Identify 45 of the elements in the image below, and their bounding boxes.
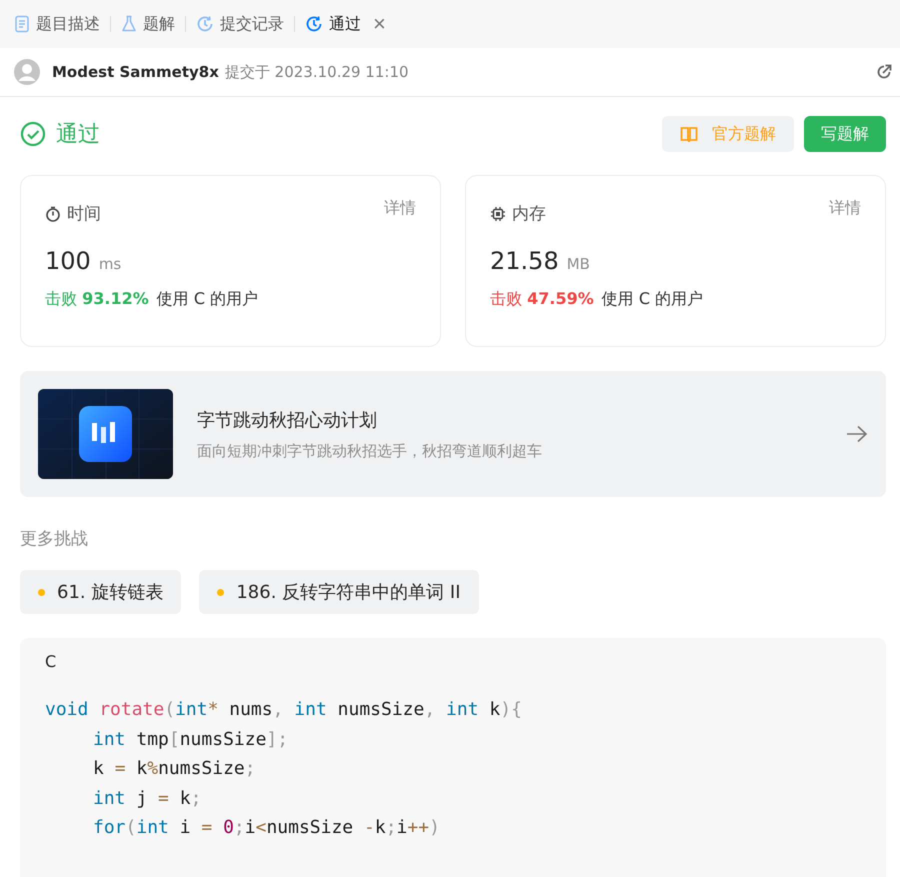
tab[interactable]: 提交记录	[196, 14, 284, 34]
metric-title: 内存	[512, 203, 546, 225]
details-link[interactable]: 详情	[829, 198, 861, 219]
beat-percentage: 击败 47.59%	[490, 289, 594, 310]
beat-percentage: 击败 93.12%	[45, 289, 149, 310]
check-circle-icon	[20, 121, 46, 147]
code-language: C	[45, 652, 58, 671]
clock-icon	[305, 15, 323, 33]
tab[interactable]: 题解	[121, 14, 175, 34]
code-line: int tmp[numsSize];	[92, 728, 290, 752]
metric-value: 21.58	[490, 247, 559, 275]
tab[interactable]: 题目描述	[14, 14, 100, 34]
status-label: 通过	[56, 121, 100, 149]
tab[interactable]: 通过	[305, 14, 361, 34]
clock-icon	[196, 15, 214, 33]
promo-banner[interactable]: 字节跳动秋招心动计划 面向短期冲刺字节跳动秋招选手，秋招弯道顺利超车	[20, 371, 886, 497]
details-link[interactable]: 详情	[384, 198, 416, 219]
metric-unit: ms	[98, 255, 122, 273]
flask-icon	[121, 15, 137, 33]
code-line: k = k%numsSize;	[92, 757, 257, 781]
user-name[interactable]: Modest Sammety8x	[52, 63, 219, 81]
stopwatch-icon	[45, 206, 61, 222]
beat-description: 使用 C 的用户	[156, 289, 258, 310]
problem-title: 61. 旋转链表	[57, 581, 164, 604]
problem-chip[interactable]: 61. 旋转链表	[20, 570, 182, 614]
banner-subtitle: 面向短期冲刺字节跳动秋招选手，秋招弯道顺利超车	[197, 442, 543, 460]
banner-title: 字节跳动秋招心动计划	[197, 408, 378, 432]
code-line: void rotate(int* nums, int numsSize, int k){	[45, 698, 523, 722]
submitted-time: 提交于 2023.10.29 11:10	[224, 62, 409, 82]
metric-value: 100	[45, 247, 91, 275]
section-heading: 更多挑战	[20, 528, 89, 550]
problem-chip[interactable]: 186. 反转字符串中的单词 II	[199, 570, 478, 614]
share-icon[interactable]	[876, 64, 892, 80]
code-line: for(int i = 0;i<numsSize -k;i++)	[92, 816, 441, 840]
metric-title: 时间	[67, 203, 101, 225]
avatar-icon	[14, 59, 40, 85]
document-icon	[14, 15, 30, 33]
close-button[interactable]: ×	[371, 13, 388, 35]
metric-unit: MB	[566, 255, 590, 273]
chip-icon	[490, 206, 506, 222]
beat-description: 使用 C 的用户	[602, 289, 704, 310]
code-line: int j = k;	[92, 786, 202, 810]
book-icon	[680, 126, 698, 142]
arrow-right-icon	[846, 425, 868, 443]
problem-title: 186. 反转字符串中的单词 II	[236, 581, 460, 604]
